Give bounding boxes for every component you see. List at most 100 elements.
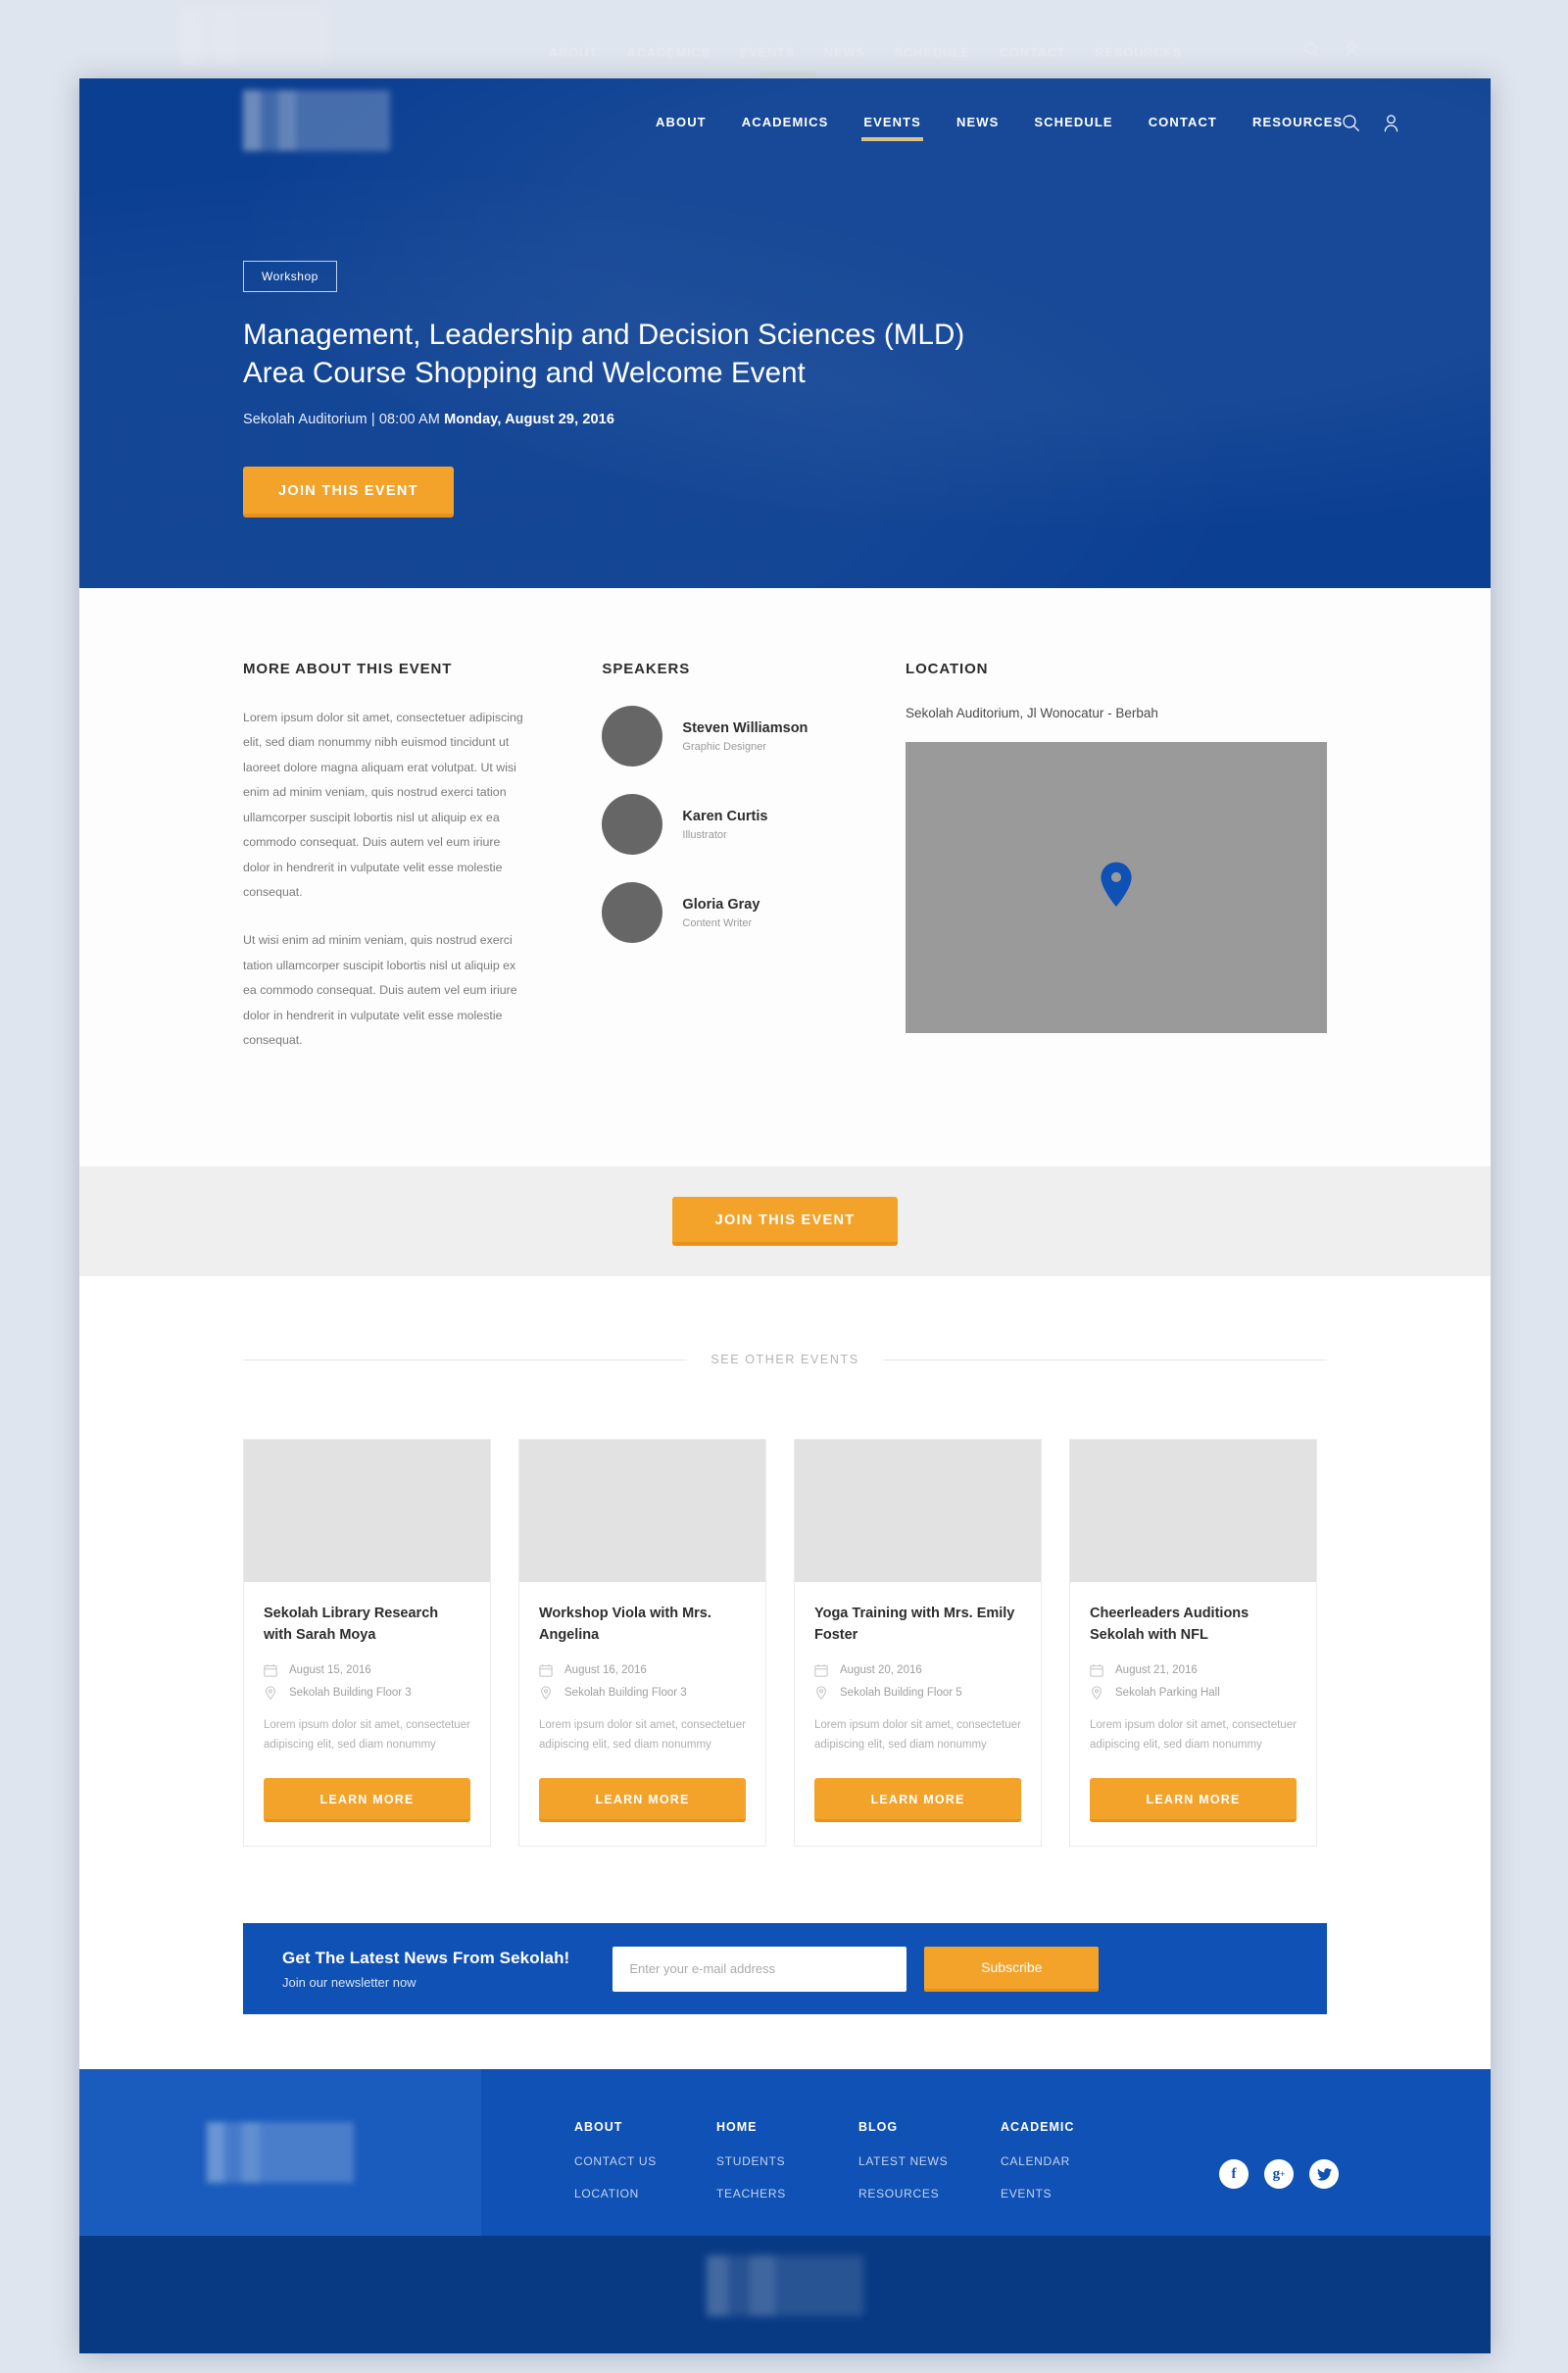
speaker-item[interactable]: Karen Curtis Illustrator <box>602 794 853 855</box>
mid-cta-band: JOIN THIS EVENT <box>79 1166 1491 1277</box>
speaker-role: Graphic Designer <box>682 741 767 754</box>
speakers-column: SPEAKERS Steven Williamson Graphic Desig… <box>602 661 853 1076</box>
speaker-item[interactable]: Gloria Gray Content Writer <box>602 882 853 943</box>
map-pin-icon <box>816 1685 826 1700</box>
learn-more-button[interactable]: LEARN MORE <box>539 1778 746 1823</box>
location-map[interactable] <box>906 742 1327 1033</box>
footer-links: ABOUT CONTACT US LOCATION HOME STUDENTS … <box>481 2069 1491 2236</box>
about-column: MORE ABOUT THIS EVENT Lorem ipsum dolor … <box>243 661 527 1076</box>
event-card-title: Yoga Training with Mrs. Emily Foster <box>814 1606 1015 1643</box>
event-card-image <box>519 1440 765 1583</box>
map-pin-icon <box>1092 1685 1102 1700</box>
footer-link[interactable]: LATEST NEWS <box>858 2154 1001 2168</box>
facebook-icon[interactable]: f <box>1219 2159 1249 2190</box>
event-card[interactable]: Workshop Viola with Mrs. Angelina August… <box>518 1439 766 1848</box>
footer-link[interactable]: CONTACT US <box>574 2154 716 2168</box>
newsletter-heading: Get The Latest News From Sekolah! <box>282 1948 570 1967</box>
newsletter-section: Get The Latest News From Sekolah! Join o… <box>79 1847 1491 2070</box>
map-pin-icon <box>541 1685 551 1700</box>
footer-link[interactable]: TEACHERS <box>716 2187 858 2200</box>
footer-link[interactable]: CALENDAR <box>1001 2154 1143 2168</box>
page-root: ABOUT ACADEMICS EVENTS NEWS SCHEDULE CON… <box>0 0 1568 2373</box>
learn-more-button[interactable]: LEARN MORE <box>814 1778 1021 1823</box>
event-card-date: August 20, 2016 <box>840 1663 922 1676</box>
speaker-role: Illustrator <box>682 829 727 842</box>
nav-item-academics[interactable]: ACADEMICS <box>724 78 847 167</box>
newsletter-email-input[interactable] <box>612 1946 907 1992</box>
google-plus-icon[interactable]: g + <box>1264 2159 1294 2190</box>
event-card-title: Cheerleaders Auditions Sekolah with NFL <box>1090 1606 1250 1643</box>
footer-link[interactable]: RESOURCES <box>858 2187 1001 2200</box>
page-title: Management, Leadership and Decision Scie… <box>243 316 1047 392</box>
event-category-badge: Workshop <box>243 261 337 292</box>
calendar-icon <box>814 1663 828 1677</box>
event-date: Monday, August 29, 2016 <box>444 412 614 428</box>
calendar-icon <box>1090 1663 1103 1677</box>
location-address: Sekolah Auditorium, Jl Wonocatur - Berba… <box>906 706 1158 720</box>
twitter-icon[interactable] <box>1309 2159 1339 2190</box>
footer-logo-block <box>79 2069 481 2237</box>
event-card-image <box>1070 1440 1316 1583</box>
speaker-item[interactable]: Steven Williamson Graphic Designer <box>602 706 853 766</box>
event-card-place: Sekolah Building Floor 3 <box>564 1686 687 1699</box>
footer-column-home: HOME STUDENTS TEACHERS <box>716 2120 858 2219</box>
ghost-active-underline <box>760 72 815 76</box>
footer-column-heading: BLOG <box>858 2120 899 2135</box>
event-card-place: Sekolah Building Floor 3 <box>289 1686 412 1699</box>
speaker-name: Steven Williamson <box>682 719 808 736</box>
footer-column-heading: HOME <box>716 2120 758 2135</box>
footer-column-heading: ACADEMIC <box>1001 2120 1075 2135</box>
nav-item-events[interactable]: EVENTS <box>846 78 939 167</box>
nav-item-schedule[interactable]: SCHEDULE <box>1016 78 1130 167</box>
event-card-place-row: Sekolah Building Floor 3 <box>539 1685 746 1700</box>
avatar <box>602 882 663 943</box>
footer-column-academic: ACADEMIC CALENDAR EVENTS <box>1001 2120 1143 2219</box>
speaker-role: Content Writer <box>682 917 753 930</box>
ghost-search-icon <box>1304 42 1319 57</box>
footer-link[interactable]: LOCATION <box>574 2187 716 2200</box>
footer-logo[interactable] <box>207 2122 354 2184</box>
join-this-event-button-hero[interactable]: JOIN THIS EVENT <box>243 467 454 519</box>
ghost-user-icon <box>1346 42 1358 58</box>
event-card-place: Sekolah Parking Hall <box>1115 1686 1220 1699</box>
event-card[interactable]: Sekolah Library Research with Sarah Moya… <box>243 1439 491 1848</box>
nav-item-news[interactable]: NEWS <box>939 78 1016 167</box>
footer-link[interactable]: EVENTS <box>1001 2187 1143 2200</box>
event-card[interactable]: Cheerleaders Auditions Sekolah with NFL … <box>1069 1439 1317 1848</box>
footer-bottom-bar <box>79 2236 1491 2354</box>
background-ghost-header: ABOUT ACADEMICS EVENTS NEWS SCHEDULE CON… <box>0 0 1568 88</box>
event-card-place-row: Sekolah Parking Hall <box>1090 1685 1297 1700</box>
calendar-icon <box>264 1663 277 1677</box>
nav-item-about[interactable]: ABOUT <box>638 78 724 167</box>
site-logo[interactable] <box>243 90 390 151</box>
event-card-date: August 16, 2016 <box>564 1663 647 1676</box>
learn-more-button[interactable]: LEARN MORE <box>1090 1778 1297 1823</box>
footer-column-heading: ABOUT <box>574 2120 623 2135</box>
subscribe-button[interactable]: Subscribe <box>924 1946 1100 1992</box>
footer-link[interactable]: STUDENTS <box>716 2154 858 2168</box>
search-icon[interactable] <box>1342 114 1360 132</box>
calendar-icon <box>539 1663 553 1677</box>
event-card-date-row: August 20, 2016 <box>814 1663 1021 1677</box>
newsletter-subheading: Join our newsletter now <box>282 1974 416 1990</box>
page-container: ABOUT ACADEMICS EVENTS NEWS SCHEDULE CON… <box>79 78 1491 2354</box>
main-navigation: ABOUT ACADEMICS EVENTS NEWS SCHEDULE CON… <box>79 78 1491 167</box>
about-paragraph: Ut wisi enim ad minim veniam, quis nostr… <box>243 933 517 1048</box>
join-this-event-button-mid[interactable]: JOIN THIS EVENT <box>671 1197 899 1247</box>
section-divider: SEE OTHER EVENTS <box>243 1353 1328 1366</box>
event-card-date-row: August 21, 2016 <box>1090 1663 1297 1677</box>
avatar <box>602 706 663 766</box>
event-meta: Sekolah Auditorium | 08:00 AM Monday, Au… <box>243 412 1491 427</box>
event-card[interactable]: Yoga Training with Mrs. Emily Foster Aug… <box>794 1439 1042 1848</box>
hero-title-line-1: Management, Leadership and Decision Scie… <box>243 319 965 351</box>
nav-item-contact[interactable]: CONTACT <box>1131 78 1235 167</box>
user-icon[interactable] <box>1382 114 1400 132</box>
event-card-description: Lorem ipsum dolor sit amet, consectetuer… <box>264 1718 470 1751</box>
speaker-name: Gloria Gray <box>682 896 760 913</box>
location-column: LOCATION Sekolah Auditorium, Jl Wonocatu… <box>906 661 1327 1076</box>
speaker-name: Karen Curtis <box>682 808 768 824</box>
event-venue-time: Sekolah Auditorium | 08:00 AM <box>243 412 445 428</box>
learn-more-button[interactable]: LEARN MORE <box>264 1778 470 1823</box>
event-card-image <box>795 1440 1041 1583</box>
nav-menu: ABOUT ACADEMICS EVENTS NEWS SCHEDULE CON… <box>638 78 1360 167</box>
